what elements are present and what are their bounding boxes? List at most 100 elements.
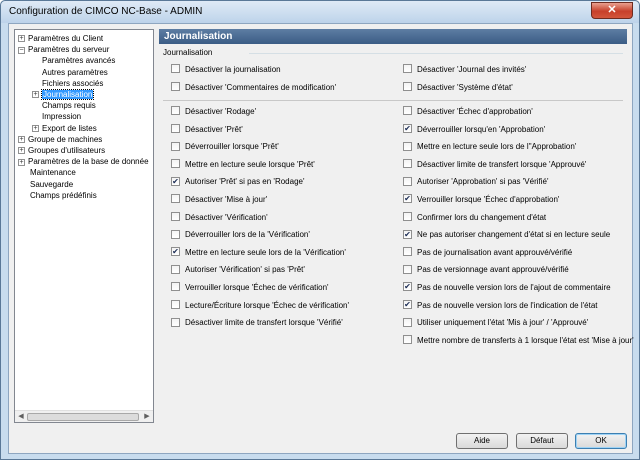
option-checkbox[interactable]: Désactiver 'Commentaires de modification… [171, 82, 336, 94]
checkbox-icon[interactable] [403, 317, 412, 327]
option-checkbox[interactable]: Pas de versionnage avant approuvé/vérifi… [403, 264, 569, 276]
checkbox-icon[interactable] [171, 123, 180, 133]
tree-horizontal-scrollbar[interactable]: ◀ ▶ [15, 410, 153, 422]
checkbox-icon[interactable] [403, 176, 412, 186]
checkbox-checked-icon[interactable]: ✔ [403, 194, 412, 204]
option-checkbox[interactable]: Désactiver 'Prêt' [171, 123, 243, 136]
tree-item[interactable]: Impression [32, 111, 81, 122]
option-checkbox[interactable]: Confirmer lors du changement d'état [403, 211, 546, 224]
tree-item[interactable]: Sauvegarde [18, 179, 73, 190]
checkbox-icon[interactable] [403, 335, 412, 345]
option-checkbox[interactable]: Désactiver 'Mise à jour' [171, 194, 267, 206]
option-checkbox[interactable]: Autoriser 'Vérification' si pas 'Prêt' [171, 264, 305, 276]
checkbox-icon[interactable] [403, 64, 412, 74]
tree-item[interactable]: + Groupes d'utilisateurs [18, 145, 105, 156]
option-checkbox[interactable]: Mettre nombre de transferts à 1 lorsque … [403, 335, 634, 347]
expand-icon[interactable]: + [18, 158, 25, 166]
option-checkbox[interactable]: Désactiver 'Vérification' [171, 211, 268, 224]
checkbox-icon[interactable] [171, 299, 180, 309]
option-label: Désactiver limite de transfert lorsque '… [185, 318, 343, 328]
option-checkbox[interactable]: ✔ Autoriser 'Prêt' si pas en 'Rodage' [171, 176, 305, 188]
checkbox-icon[interactable] [171, 317, 180, 327]
option-checkbox[interactable]: Mettre en lecture seule lors de l''Appro… [403, 141, 576, 153]
ok-button[interactable]: OK [575, 433, 627, 449]
tree-item[interactable]: Paramètres avancés [32, 55, 115, 66]
option-checkbox[interactable]: ✔ Verrouiller lorsque 'Échec d'approbatio… [403, 194, 559, 206]
option-checkbox[interactable]: ✔ Mettre en lecture seule lors de la 'Vér… [171, 247, 346, 259]
checkbox-icon[interactable] [171, 264, 180, 274]
checkbox-icon[interactable] [403, 247, 412, 257]
option-checkbox[interactable]: Désactiver 'Rodage' [171, 106, 256, 118]
checkbox-icon[interactable] [403, 159, 412, 169]
option-checkbox[interactable]: Désactiver limite de transfert lorsque '… [171, 317, 343, 329]
scroll-right-icon[interactable]: ▶ [142, 412, 152, 422]
option-label: Mettre en lecture seule lorsque 'Prêt' [185, 159, 315, 169]
option-label: Autoriser 'Approbation' si pas 'Vérifié' [417, 177, 549, 187]
checkbox-icon[interactable] [403, 141, 412, 151]
option-checkbox[interactable]: Pas de journalisation avant approuvé/vér… [403, 247, 572, 259]
expand-icon[interactable]: + [18, 35, 25, 43]
tree-item[interactable]: Fichiers associés [32, 78, 103, 89]
tree-item[interactable]: Autres paramètres [32, 67, 108, 78]
checkbox-icon[interactable] [403, 106, 412, 116]
checkbox-icon[interactable] [403, 264, 412, 274]
checkbox-icon[interactable] [171, 106, 180, 116]
tree-item[interactable]: − Paramètres du serveur [18, 44, 109, 55]
default-button[interactable]: Défaut [516, 433, 568, 449]
checkbox-checked-icon[interactable]: ✔ [171, 176, 180, 186]
expand-icon[interactable]: + [32, 91, 39, 99]
option-checkbox[interactable]: ✔ Pas de nouvelle version lors de l'indic… [403, 299, 598, 312]
checkbox-icon[interactable] [171, 282, 180, 292]
checkbox-icon[interactable] [171, 82, 180, 92]
tree-item[interactable]: + Paramètres de la base de donnée [18, 156, 149, 167]
option-label: Désactiver 'Prêt' [185, 124, 243, 134]
tree-item[interactable]: Champs requis [32, 100, 96, 111]
tree-item[interactable]: Maintenance [18, 167, 76, 178]
option-checkbox[interactable]: Déverrouiller lorsque 'Prêt' [171, 141, 279, 153]
tree-item[interactable]: + Paramètres du Client [18, 33, 103, 44]
checkbox-checked-icon[interactable]: ✔ [403, 299, 412, 309]
checkbox-icon[interactable] [171, 194, 180, 204]
close-button[interactable]: ✕ [591, 2, 633, 19]
help-button[interactable]: Aide [456, 433, 508, 449]
checkbox-checked-icon[interactable]: ✔ [403, 282, 412, 292]
checkbox-checked-icon[interactable]: ✔ [403, 123, 412, 133]
option-checkbox[interactable]: ✔ Pas de nouvelle version lors de l'ajout… [403, 282, 611, 294]
option-checkbox[interactable]: Mettre en lecture seule lorsque 'Prêt' [171, 159, 315, 171]
journalisation-panel: Journalisation Journalisation Désactiver… [159, 29, 634, 423]
option-checkbox[interactable]: Désactiver 'Journal des invités' [403, 64, 526, 76]
tree-item-label: Sauvegarde [30, 179, 74, 189]
checkbox-icon[interactable] [171, 229, 180, 239]
option-checkbox[interactable]: Verrouiller lorsque 'Échec de vérificati… [171, 282, 329, 294]
section-separator [163, 100, 623, 101]
option-checkbox[interactable]: ✔ Ne pas autoriser changement d'état si e… [403, 229, 610, 241]
option-checkbox[interactable]: Désactiver 'Échec d'approbation' [403, 106, 533, 118]
option-checkbox[interactable]: Lecture/Écriture lorsque 'Échec de vérif… [171, 299, 349, 312]
option-checkbox[interactable]: ✔ Déverrouiller lorsqu'en 'Approbation' [403, 123, 545, 136]
option-checkbox[interactable]: Désactiver la journalisation [171, 64, 281, 76]
expand-icon[interactable]: + [18, 147, 25, 155]
scroll-thumb[interactable] [27, 413, 139, 421]
option-checkbox[interactable]: Désactiver 'Système d'état' [403, 82, 513, 94]
scroll-left-icon[interactable]: ◀ [16, 412, 26, 422]
checkbox-checked-icon[interactable]: ✔ [403, 229, 412, 239]
tree-item[interactable]: + Export de listes [32, 123, 97, 134]
checkbox-icon[interactable] [403, 211, 412, 221]
option-checkbox[interactable]: Désactiver limite de transfert lorsque '… [403, 159, 586, 171]
option-checkbox[interactable]: Utiliser uniquement l'état 'Mis à jour' … [403, 317, 588, 329]
settings-tree[interactable]: ◀ ▶ + Paramètres du Client − Paramètres du … [14, 29, 154, 423]
checkbox-icon[interactable] [171, 159, 180, 169]
checkbox-icon[interactable] [403, 82, 412, 92]
checkbox-icon[interactable] [171, 141, 180, 151]
checkbox-checked-icon[interactable]: ✔ [171, 247, 180, 257]
checkbox-icon[interactable] [171, 64, 180, 74]
expand-icon[interactable]: + [32, 124, 39, 132]
tree-item[interactable]: Champs prédéfinis [18, 190, 97, 201]
tree-item[interactable]: + Journalisation [32, 89, 95, 100]
tree-item[interactable]: + Groupe de machines [18, 134, 102, 145]
option-checkbox[interactable]: Déverrouiller lors de la 'Vérification' [171, 229, 310, 241]
checkbox-icon[interactable] [171, 211, 180, 221]
expand-icon[interactable]: + [18, 136, 25, 144]
option-checkbox[interactable]: Autoriser 'Approbation' si pas 'Vérifié' [403, 176, 549, 188]
collapse-icon[interactable]: − [18, 46, 25, 54]
